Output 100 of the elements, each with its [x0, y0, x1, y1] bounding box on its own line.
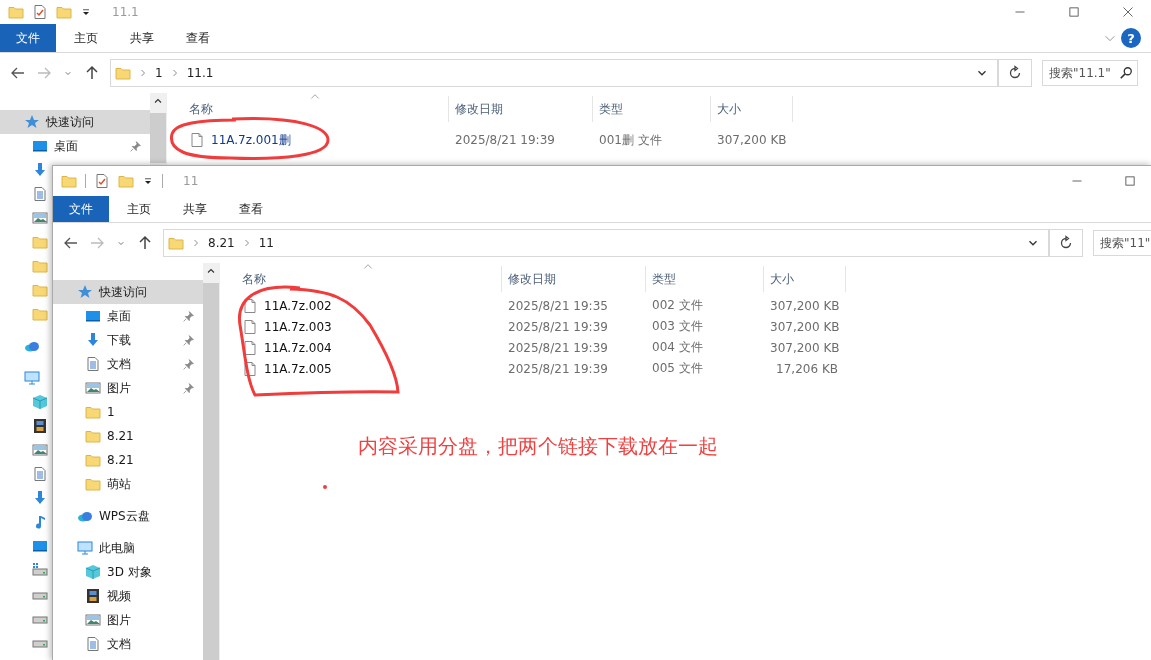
- ribbon-tab[interactable]: 共享: [169, 196, 221, 222]
- folder-icon: [85, 476, 101, 492]
- breadcrumb-item[interactable]: 11: [258, 236, 274, 250]
- pin-icon: [182, 309, 195, 323]
- column-header[interactable]: 名称: [173, 96, 449, 122]
- nav-item[interactable]: 萌站: [53, 472, 203, 496]
- folder-icon: [85, 452, 101, 468]
- breadcrumb-item[interactable]: 11.1: [186, 66, 214, 80]
- nav-item[interactable]: 3D 对象: [53, 560, 203, 584]
- table-cell-text: 307,200 KB: [769, 298, 841, 313]
- nav-item[interactable]: 文档: [53, 632, 203, 656]
- customize-icon[interactable]: [80, 6, 92, 18]
- file-icon: [242, 297, 258, 314]
- document-icon[interactable]: [32, 466, 48, 482]
- document-icon: [85, 356, 101, 372]
- forward-icon[interactable]: [36, 65, 52, 81]
- ribbon-tab[interactable]: 主页: [60, 24, 112, 52]
- properties-icon[interactable]: [32, 4, 48, 20]
- computer-icon[interactable]: [24, 370, 40, 386]
- table-cell-text: 2025/8/21 19:39: [507, 340, 609, 355]
- file-name[interactable]: 11A.7z.001删: [211, 131, 291, 149]
- folder-icon[interactable]: [32, 282, 48, 298]
- scrollbar[interactable]: [150, 93, 166, 165]
- nav-item[interactable]: 桌面: [53, 304, 203, 328]
- file-icon: [242, 318, 258, 335]
- forward-icon[interactable]: [89, 235, 105, 251]
- table-cell-text: 003 文件: [651, 318, 704, 335]
- nav-item[interactable]: 视频: [53, 584, 203, 608]
- table-cell-text: 307,200 KB: [769, 319, 841, 334]
- ribbon-tab[interactable]: 查看: [172, 24, 224, 52]
- nav-item[interactable]: WPS云盘: [53, 504, 203, 528]
- search-field[interactable]: 搜索"11": [1093, 230, 1151, 256]
- search-field[interactable]: 搜索"11.1": [1042, 60, 1138, 86]
- nav-item[interactable]: 桌面: [0, 134, 150, 158]
- folder-icon[interactable]: [32, 258, 48, 274]
- table-cell-text: 2025/8/21 19:39: [507, 319, 609, 334]
- nav-item[interactable]: 8.21: [53, 424, 203, 448]
- nav-item[interactable]: 图片: [53, 376, 203, 400]
- folder-icon[interactable]: [56, 4, 72, 20]
- cube-icon[interactable]: [32, 394, 48, 410]
- address-bar[interactable]: 8.21 11: [163, 229, 1049, 257]
- nav-item[interactable]: 此电脑: [53, 536, 203, 560]
- nav-item[interactable]: 下载: [53, 328, 203, 352]
- nav-item[interactable]: 快速访问: [53, 280, 203, 304]
- desktop-icon[interactable]: [32, 538, 48, 554]
- ribbon-tab[interactable]: 共享: [116, 24, 168, 52]
- refresh-button[interactable]: [998, 59, 1032, 87]
- folder-icon[interactable]: [61, 173, 77, 189]
- column-header[interactable]: 类型: [646, 266, 764, 292]
- folder-icon: [85, 404, 101, 420]
- nav-item[interactable]: 图片: [53, 608, 203, 632]
- file-name[interactable]: 11A.7z.002: [264, 298, 332, 313]
- cube-icon: [85, 564, 101, 580]
- picture-icon: [85, 612, 101, 628]
- download-arrow-icon[interactable]: [32, 162, 48, 178]
- column-header[interactable]: 名称: [226, 266, 502, 292]
- file-name[interactable]: 11A.7z.005: [264, 361, 332, 376]
- file-name[interactable]: 11A.7z.003: [264, 319, 332, 334]
- help-button[interactable]: ?: [1121, 28, 1141, 48]
- up-arrow-icon[interactable]: [137, 235, 153, 251]
- scrollbar-thumb[interactable]: [150, 113, 166, 163]
- picture-icon[interactable]: [32, 210, 48, 226]
- pin-icon: [182, 381, 195, 395]
- nav-item[interactable]: 1: [53, 400, 203, 424]
- download-arrow-icon[interactable]: [32, 490, 48, 506]
- close-icon: [1122, 6, 1134, 18]
- folder-icon[interactable]: [32, 306, 48, 322]
- folder-icon[interactable]: [32, 234, 48, 250]
- up-arrow-icon[interactable]: [84, 65, 100, 81]
- nav-item[interactable]: 8.21: [53, 448, 203, 472]
- maximize-icon: [1123, 175, 1136, 187]
- nav-item[interactable]: 快速访问: [0, 110, 150, 134]
- ribbon-tab[interactable]: 查看: [225, 196, 277, 222]
- column-header[interactable]: 大小: [711, 96, 793, 122]
- breadcrumb-item[interactable]: 8.21: [208, 236, 235, 250]
- table-cell-text: 004 文件: [651, 339, 704, 356]
- folder-icon[interactable]: [8, 4, 24, 20]
- back-icon[interactable]: [63, 235, 79, 251]
- star-icon: [77, 284, 93, 300]
- document-icon[interactable]: [32, 186, 48, 202]
- column-header[interactable]: 修改日期: [502, 266, 646, 292]
- nav-item[interactable]: 文档: [53, 352, 203, 376]
- properties-icon[interactable]: [94, 173, 110, 189]
- column-header[interactable]: 类型: [593, 96, 711, 122]
- customize-icon[interactable]: [142, 175, 154, 187]
- column-header[interactable]: 大小: [764, 266, 846, 292]
- address-bar[interactable]: 1 11.1: [110, 59, 998, 87]
- breadcrumb-item[interactable]: 1: [155, 66, 163, 80]
- column-header[interactable]: 修改日期: [449, 96, 593, 122]
- refresh-button[interactable]: [1049, 229, 1083, 257]
- table-cell-text: 002 文件: [651, 297, 704, 314]
- desktop-icon: [85, 308, 101, 324]
- back-icon[interactable]: [10, 65, 26, 81]
- folder-icon[interactable]: [118, 173, 134, 189]
- file-name[interactable]: 11A.7z.004: [264, 340, 332, 355]
- search-icon: [1119, 66, 1133, 80]
- drive-icon[interactable]: [32, 562, 48, 578]
- ribbon-tab[interactable]: 主页: [113, 196, 165, 222]
- picture-icon[interactable]: [32, 442, 48, 458]
- film-icon[interactable]: [32, 418, 48, 434]
